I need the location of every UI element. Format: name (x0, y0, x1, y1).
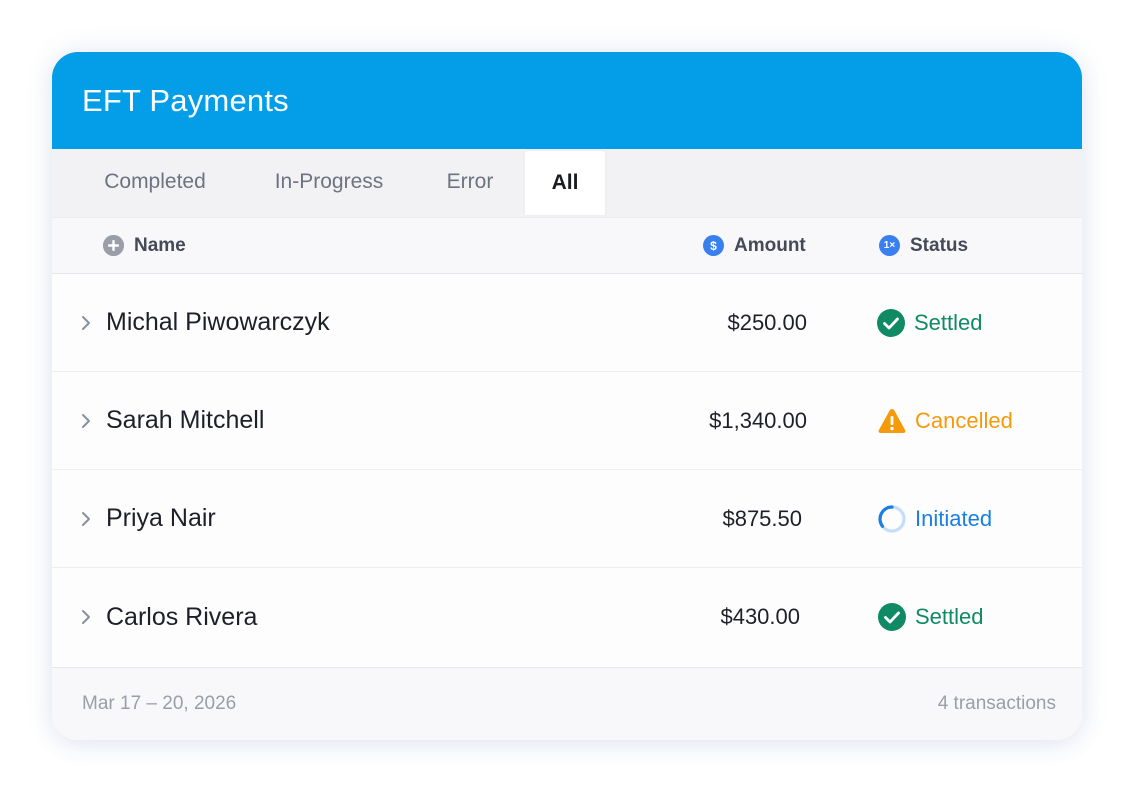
column-header-name[interactable]: Name (103, 218, 186, 273)
chevron-right-icon[interactable] (80, 372, 92, 469)
tab-error[interactable]: Error (431, 149, 509, 215)
check-circle-icon (877, 602, 907, 632)
payee-name: Michal Piwowarczyk (106, 308, 330, 336)
payment-amount: $430.00 (720, 604, 800, 629)
transaction-count: 4 transactions (937, 693, 1056, 714)
column-header-status[interactable]: 1× Status (879, 218, 968, 273)
status-badge: Settled (877, 568, 984, 666)
status-badge: Cancelled (877, 372, 1013, 469)
tab-in-progress[interactable]: In-Progress (257, 149, 401, 215)
status-label: Initiated (915, 505, 993, 531)
status-label: Settled (914, 309, 983, 335)
table-footer: Mar 17 – 20, 2026 4 transactions (52, 667, 1082, 740)
tab-all[interactable]: All (525, 151, 605, 215)
payee-name: Priya Nair (106, 504, 216, 532)
column-label-status: Status (910, 234, 969, 256)
table-row[interactable]: Michal Piwowarczyk $250.00 Settled (52, 274, 1082, 372)
chevron-right-icon[interactable] (80, 568, 92, 666)
check-circle-icon (876, 308, 906, 338)
card-header: EFT Payments (52, 52, 1082, 149)
payment-amount: $1,340.00 (709, 407, 807, 433)
chevron-right-icon[interactable] (80, 470, 92, 567)
column-label-name: Name (134, 234, 186, 256)
payment-amount: $875.50 (722, 505, 802, 531)
eft-payments-card: EFT Payments Completed In-Progress Error… (52, 52, 1082, 740)
column-label-amount: Amount (734, 234, 806, 256)
dollar-circle-icon: $ (703, 235, 724, 256)
date-range: Mar 17 – 20, 2026 (82, 693, 237, 714)
plus-circle-icon (103, 235, 124, 256)
status-count-icon: 1× (879, 235, 900, 256)
status-badge: Initiated (877, 470, 992, 567)
warning-triangle-icon (877, 406, 907, 436)
payee-name: Sarah Mitchell (106, 406, 265, 434)
chevron-right-icon[interactable] (80, 274, 92, 371)
spinner-ring-icon (877, 504, 907, 534)
column-header-amount[interactable]: $ Amount (703, 218, 806, 273)
status-label: Settled (915, 604, 984, 629)
tab-completed[interactable]: Completed (82, 149, 228, 215)
table-row[interactable]: Carlos Rivera $430.00 Settled (52, 568, 1082, 666)
payee-name: Carlos Rivera (106, 602, 258, 631)
status-label: Cancelled (915, 407, 1013, 433)
status-badge: Settled (876, 274, 983, 371)
payment-amount: $250.00 (727, 309, 807, 335)
table-row[interactable]: Sarah Mitchell $1,340.00 Cancelled (52, 372, 1082, 470)
column-header-row: Name $ Amount 1× Status (52, 217, 1082, 274)
page-title: EFT Payments (82, 82, 289, 118)
table-row[interactable]: Priya Nair $875.50 Initiated (52, 470, 1082, 568)
tab-bar: Completed In-Progress Error All (52, 149, 1082, 217)
